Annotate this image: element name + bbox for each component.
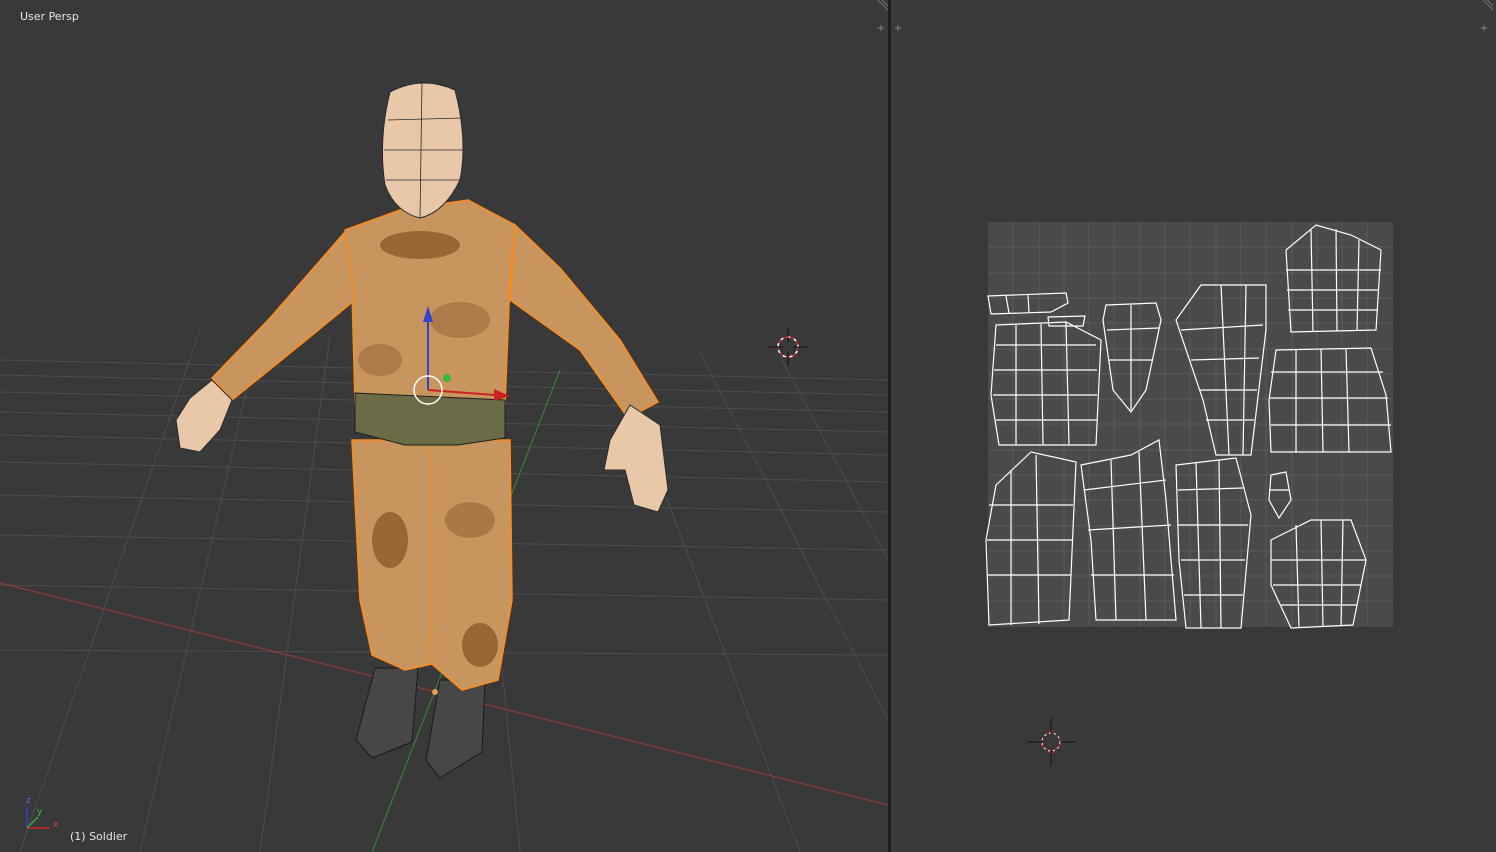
soldier-mesh[interactable] xyxy=(175,79,669,779)
camo-patch xyxy=(430,302,490,338)
camo-patch xyxy=(372,512,408,568)
axis-z-label: z xyxy=(26,796,31,806)
area-split-icon[interactable]: + xyxy=(893,24,903,34)
3d-viewport[interactable]: z y x User Persp (1) Soldier + xyxy=(0,0,888,852)
camo-patch xyxy=(462,623,498,667)
object-origin-icon xyxy=(432,689,438,695)
camo-patch xyxy=(380,231,460,259)
axis-y-label: y xyxy=(37,807,43,817)
viewport-canvas[interactable]: z y x xyxy=(0,0,888,852)
belt xyxy=(354,392,506,446)
2d-cursor-icon[interactable] xyxy=(1027,718,1075,766)
right-arm xyxy=(509,223,660,419)
view-mode-label: User Persp xyxy=(20,10,79,23)
uv-canvas[interactable] xyxy=(891,0,1496,852)
camo-patch xyxy=(445,502,495,538)
active-object-label: (1) Soldier xyxy=(70,830,128,843)
area-split-icon[interactable]: + xyxy=(876,24,886,34)
head xyxy=(381,82,464,219)
uv-image-editor[interactable]: + + xyxy=(891,0,1496,852)
camo-patch xyxy=(358,344,402,376)
right-hand xyxy=(603,404,669,513)
left-arm xyxy=(210,230,356,402)
axis-x-label: x xyxy=(53,820,59,830)
area-corner-icon[interactable] xyxy=(1481,0,1493,12)
left-boot xyxy=(355,667,419,759)
3d-cursor-icon[interactable] xyxy=(769,328,807,366)
y-handle-icon[interactable] xyxy=(443,374,451,382)
area-corner-icon[interactable] xyxy=(876,0,888,12)
area-split-icon[interactable]: + xyxy=(1479,24,1489,34)
